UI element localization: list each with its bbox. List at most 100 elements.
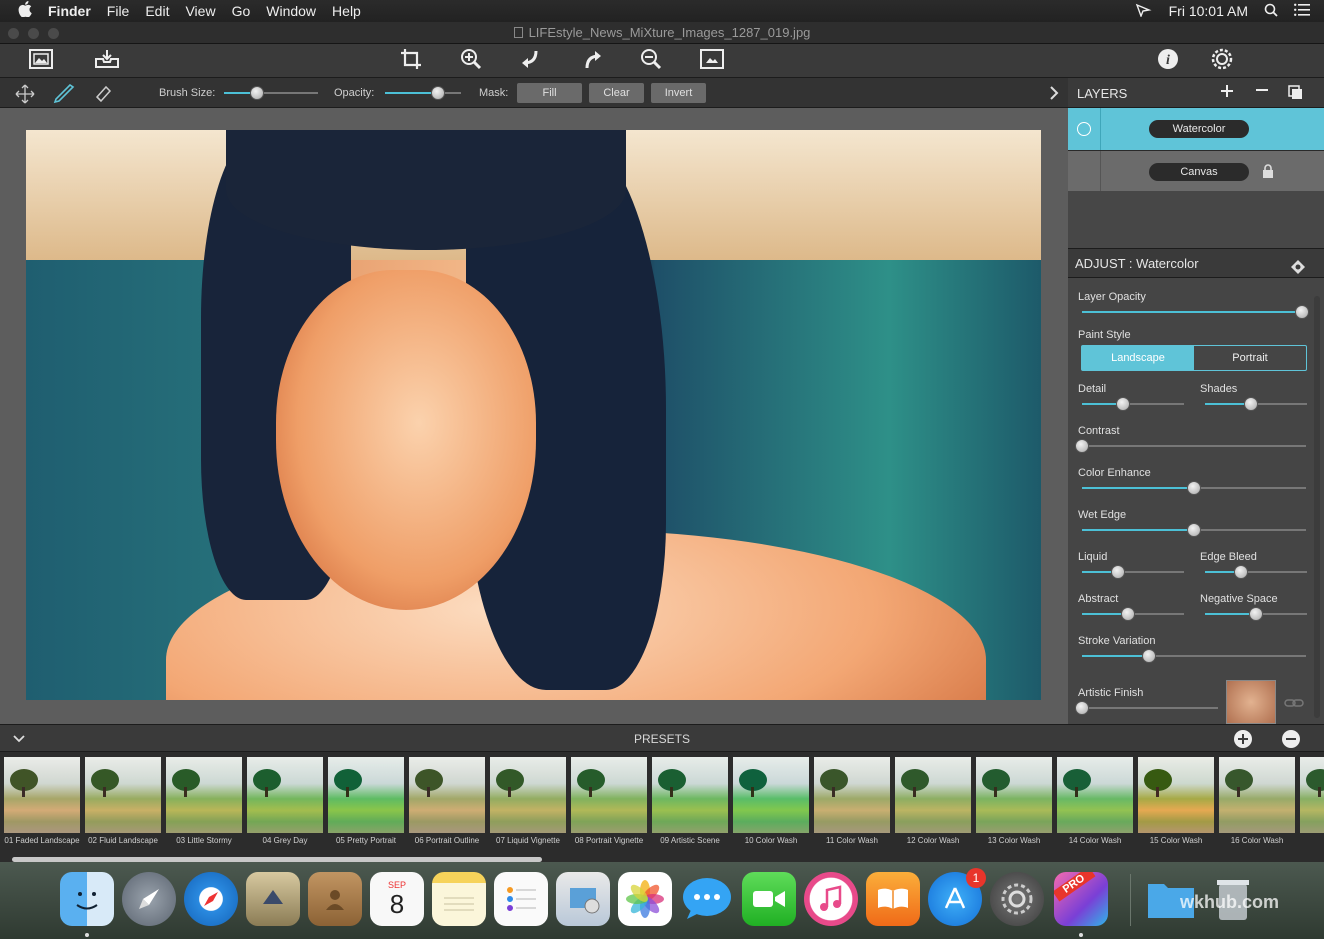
notification-center-icon[interactable] [1294,3,1310,20]
wet-edge-slider[interactable] [1082,523,1306,537]
settings-button[interactable] [1209,48,1235,73]
preset-thumbnail[interactable] [814,757,890,833]
menu-go[interactable]: Go [232,3,251,19]
menu-edit[interactable]: Edit [145,3,169,19]
lock-icon[interactable] [1262,164,1274,183]
preset-thumbnail[interactable] [247,757,323,833]
close-window-button[interactable] [8,28,19,39]
layer-row-watercolor[interactable]: Watercolor [1068,108,1324,150]
color-enhance-slider[interactable] [1082,481,1306,495]
preset-thumbnail[interactable] [895,757,971,833]
slider-knob[interactable] [1075,439,1089,453]
zoom-out-button[interactable] [638,48,664,73]
fit-to-screen-button[interactable] [699,48,725,73]
slider-knob[interactable] [1294,305,1309,319]
slider-knob[interactable] [1233,565,1248,579]
stroke-variation-slider[interactable] [1082,649,1306,663]
duplicate-layer-icon[interactable] [1288,85,1304,104]
mask-fill-button[interactable]: Fill [517,83,582,103]
adjust-scrollbar[interactable] [1314,296,1320,718]
preset-thumbnail[interactable] [1138,757,1214,833]
mask-clear-button[interactable]: Clear [589,83,644,103]
slider-knob[interactable] [1120,607,1135,621]
contacts-dock-icon[interactable] [308,872,362,926]
save-image-button[interactable] [94,49,120,73]
launchpad-dock-icon[interactable] [122,872,176,926]
apple-menu-icon[interactable] [18,1,32,21]
preset-thumbnail[interactable] [85,757,161,833]
menu-file[interactable]: File [107,3,130,19]
ibooks-dock-icon[interactable] [866,872,920,926]
preset-thumbnail[interactable] [4,757,80,833]
slider-knob[interactable] [1187,523,1201,537]
crop-button[interactable] [398,48,424,73]
preset-thumbnail[interactable] [733,757,809,833]
chevron-right-icon[interactable] [1048,84,1060,105]
reminders-dock-icon[interactable] [494,872,548,926]
preset-thumbnail[interactable] [1300,757,1324,833]
abstract-slider[interactable] [1082,607,1184,621]
layer-opacity-slider[interactable] [1082,305,1309,319]
slider-knob[interactable] [1110,565,1125,579]
layer-row-canvas[interactable]: Canvas [1068,150,1324,192]
preset-thumbnail[interactable] [652,757,728,833]
brush-size-slider[interactable] [224,86,318,100]
preset-thumbnail[interactable] [328,757,404,833]
layer-visibility-icon[interactable] [1077,122,1091,136]
undo-button[interactable] [518,49,544,73]
remove-layer-icon[interactable] [1254,82,1270,101]
negative-space-slider[interactable] [1205,607,1307,621]
artistic-finish-texture-swatch[interactable] [1226,680,1276,724]
paint-style-portrait[interactable]: Portrait [1194,346,1306,370]
slider-knob[interactable] [1075,701,1089,715]
redo-button[interactable] [579,49,605,73]
menu-window[interactable]: Window [266,3,316,19]
itunes-dock-icon[interactable] [804,872,858,926]
watercolor-pro-dock-icon[interactable]: PRO [1054,872,1108,926]
mask-invert-button[interactable]: Invert [651,83,706,103]
notes-dock-icon[interactable] [432,872,486,926]
liquid-slider[interactable] [1082,565,1184,579]
slider-knob[interactable] [1249,607,1263,621]
finder-dock-icon[interactable] [60,872,114,926]
slider-knob[interactable] [1187,481,1201,495]
system-preferences-dock-icon[interactable] [990,872,1044,926]
slider-knob[interactable] [1243,397,1258,411]
messages-dock-icon[interactable] [680,872,734,926]
slider-knob[interactable] [431,86,446,100]
airplay-icon[interactable] [1135,3,1153,20]
menu-help[interactable]: Help [332,3,361,19]
opacity-slider[interactable] [385,86,461,100]
spotlight-search-icon[interactable] [1264,3,1278,20]
slider-knob[interactable] [1142,649,1157,663]
slider-knob[interactable] [1115,397,1130,411]
menu-view[interactable]: View [185,3,215,19]
contrast-slider[interactable] [1075,439,1306,453]
open-image-button[interactable] [28,48,54,73]
clock[interactable]: Fri 10:01 AM [1169,3,1248,19]
watercolor-photo[interactable] [26,130,1041,700]
artistic-finish-slider[interactable] [1075,701,1218,715]
app-store-dock-icon[interactable]: 1 [928,868,986,926]
preset-thumbnail[interactable] [1057,757,1133,833]
paint-style-landscape[interactable]: Landscape [1082,346,1194,370]
mail-dock-icon[interactable] [246,872,300,926]
shades-slider[interactable] [1205,397,1307,411]
brush-tool-icon[interactable] [53,83,75,107]
app-name-menu[interactable]: Finder [48,3,91,19]
info-button[interactable]: i [1155,48,1181,73]
facetime-dock-icon[interactable] [742,872,796,926]
link-icon[interactable] [1284,698,1304,711]
preview-dock-icon[interactable] [556,872,610,926]
move-tool-icon[interactable] [15,84,35,107]
safari-dock-icon[interactable] [184,872,238,926]
add-layer-icon[interactable] [1219,82,1235,105]
edge-bleed-slider[interactable] [1205,565,1307,579]
photos-dock-icon[interactable] [618,872,672,926]
detail-slider[interactable] [1082,397,1184,411]
calendar-dock-icon[interactable]: SEP 8 [370,872,424,926]
slider-knob[interactable] [249,86,264,100]
preset-thumbnail[interactable] [571,757,647,833]
minimize-window-button[interactable] [28,28,39,39]
preset-thumbnail[interactable] [1219,757,1295,833]
